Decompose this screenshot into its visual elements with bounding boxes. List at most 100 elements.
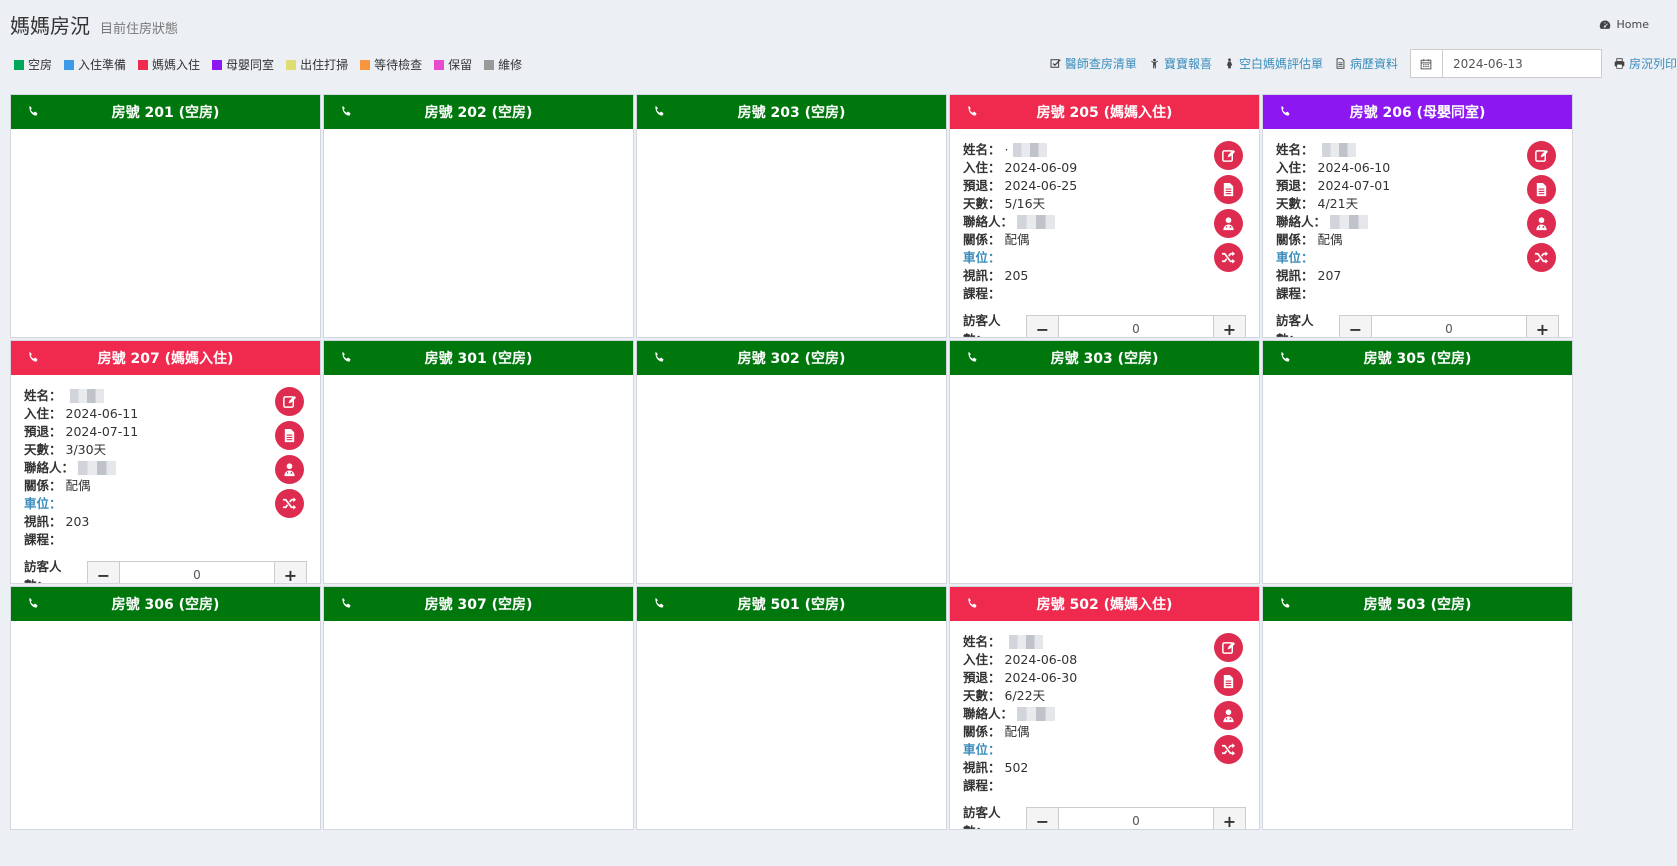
visitor-stepper[interactable]: −+ xyxy=(1026,314,1246,337)
checkin-label: 入住： xyxy=(963,160,1001,175)
page-title: 媽媽房況 xyxy=(10,14,90,38)
room-actions xyxy=(275,387,304,518)
room-header[interactable]: 房號 502 (媽媽入住) xyxy=(950,587,1259,621)
record-button[interactable] xyxy=(1214,667,1243,696)
relation-row: 關係： 配偶 xyxy=(963,231,1246,249)
checkout-value: 2024-06-30 xyxy=(1004,670,1078,685)
phone-icon[interactable] xyxy=(966,351,979,364)
home-link[interactable]: Home xyxy=(1599,18,1649,31)
room-body xyxy=(637,129,946,337)
visitor-input[interactable] xyxy=(1059,807,1213,829)
phone-icon[interactable] xyxy=(1279,351,1292,364)
record-button[interactable] xyxy=(275,421,304,450)
phone-icon[interactable] xyxy=(27,105,40,118)
phone-icon[interactable] xyxy=(653,597,666,610)
room-header[interactable]: 房號 307 (空房) xyxy=(324,587,633,621)
visitor-input[interactable] xyxy=(120,561,274,583)
days-row: 天數： 5/16天 xyxy=(963,195,1246,213)
increment-button[interactable]: + xyxy=(1213,807,1245,829)
redacted-name xyxy=(69,389,104,403)
room-header[interactable]: 房號 203 (空房) xyxy=(637,95,946,129)
visitor-stepper[interactable]: −+ xyxy=(1339,314,1559,337)
increment-button[interactable]: + xyxy=(1213,315,1245,337)
user-doctor-icon xyxy=(1223,709,1234,723)
record-button[interactable] xyxy=(1527,175,1556,204)
decrement-button[interactable]: − xyxy=(1340,315,1372,337)
date-input[interactable] xyxy=(1442,50,1601,77)
medical-records-link[interactable]: 病歷資料 xyxy=(1335,55,1398,72)
increment-button[interactable]: + xyxy=(1526,315,1558,337)
parking-label: 車位： xyxy=(963,742,1001,757)
contact-row: 聯絡人： xyxy=(24,459,307,477)
blank-assessment-link[interactable]: 空白媽媽評估單 xyxy=(1224,55,1323,72)
decrement-button[interactable]: − xyxy=(88,561,120,583)
doctor-button[interactable] xyxy=(1527,209,1556,238)
visitor-input[interactable] xyxy=(1372,315,1526,337)
decrement-button[interactable]: − xyxy=(1027,315,1059,337)
name-row: 姓名： xyxy=(1276,141,1559,159)
transfer-button[interactable] xyxy=(1214,243,1243,272)
video-row: 視訊： 502 xyxy=(963,759,1246,777)
video-value: 207 xyxy=(1317,268,1342,283)
phone-icon[interactable] xyxy=(27,597,40,610)
edit-button[interactable] xyxy=(1527,141,1556,170)
visitor-stepper[interactable]: −+ xyxy=(87,560,307,583)
user-doctor-icon xyxy=(1536,217,1547,231)
edit-button[interactable] xyxy=(1214,141,1243,170)
baby-report-label: 寶寶報喜 xyxy=(1163,57,1212,71)
room-header[interactable]: 房號 201 (空房) xyxy=(11,95,320,129)
room-card: 房號 201 (空房) xyxy=(10,94,321,338)
room-header[interactable]: 房號 202 (空房) xyxy=(324,95,633,129)
phone-icon[interactable] xyxy=(966,105,979,118)
edit-button[interactable] xyxy=(1214,633,1243,662)
room-header[interactable]: 房號 207 (媽媽入住) xyxy=(11,341,320,375)
phone-icon[interactable] xyxy=(1279,105,1292,118)
transfer-button[interactable] xyxy=(1214,735,1243,764)
doctor-button[interactable] xyxy=(1214,701,1243,730)
phone-icon[interactable] xyxy=(340,597,353,610)
calendar-icon[interactable] xyxy=(1410,50,1443,77)
contact-label: 聯絡人： xyxy=(963,706,1014,721)
room-header[interactable]: 房號 305 (空房) xyxy=(1263,341,1572,375)
room-header[interactable]: 房號 206 (母嬰同室) xyxy=(1263,95,1572,129)
video-row: 視訊： 205 xyxy=(963,267,1246,285)
doctor-button[interactable] xyxy=(275,455,304,484)
days-row: 天數： 3/30天 xyxy=(24,441,307,459)
video-value: 502 xyxy=(1004,760,1029,775)
print-icon xyxy=(1614,58,1625,69)
transfer-button[interactable] xyxy=(1527,243,1556,272)
transfer-button[interactable] xyxy=(275,489,304,518)
phone-icon[interactable] xyxy=(966,597,979,610)
room-header[interactable]: 房號 503 (空房) xyxy=(1263,587,1572,621)
room-header[interactable]: 房號 303 (空房) xyxy=(950,341,1259,375)
print-link[interactable]: 房況列印 xyxy=(1614,55,1677,72)
phone-icon[interactable] xyxy=(653,351,666,364)
room-header[interactable]: 房號 501 (空房) xyxy=(637,587,946,621)
increment-button[interactable]: + xyxy=(274,561,306,583)
phone-icon[interactable] xyxy=(1279,597,1292,610)
room-body: 姓名： · 入住： 2024-06-09 預退： 2024-06-25 天數： 5/16天 聯絡… xyxy=(950,129,1259,337)
doctor-button[interactable] xyxy=(1214,209,1243,238)
room-header[interactable]: 房號 302 (空房) xyxy=(637,341,946,375)
edit-icon xyxy=(1535,149,1549,162)
baby-report-link[interactable]: 寶寶報喜 xyxy=(1149,55,1212,72)
visitor-stepper[interactable]: −+ xyxy=(1026,806,1246,829)
date-picker[interactable] xyxy=(1409,49,1602,78)
video-row: 視訊： 207 xyxy=(1276,267,1559,285)
phone-icon[interactable] xyxy=(27,351,40,364)
room-header[interactable]: 房號 306 (空房) xyxy=(11,587,320,621)
home-label: Home xyxy=(1616,18,1649,31)
decrement-button[interactable]: − xyxy=(1027,807,1059,829)
room-header[interactable]: 房號 301 (空房) xyxy=(324,341,633,375)
doctor-rounds-link[interactable]: 醫師查房清單 xyxy=(1050,55,1137,72)
phone-icon[interactable] xyxy=(340,105,353,118)
phone-icon[interactable] xyxy=(653,105,666,118)
days-label: 天數： xyxy=(24,442,62,457)
relation-value: 配偶 xyxy=(1004,724,1030,739)
phone-icon[interactable] xyxy=(340,351,353,364)
room-header[interactable]: 房號 205 (媽媽入住) xyxy=(950,95,1259,129)
blank-assessment-label: 空白媽媽評估單 xyxy=(1238,57,1323,71)
visitor-input[interactable] xyxy=(1059,315,1213,337)
record-button[interactable] xyxy=(1214,175,1243,204)
edit-button[interactable] xyxy=(275,387,304,416)
